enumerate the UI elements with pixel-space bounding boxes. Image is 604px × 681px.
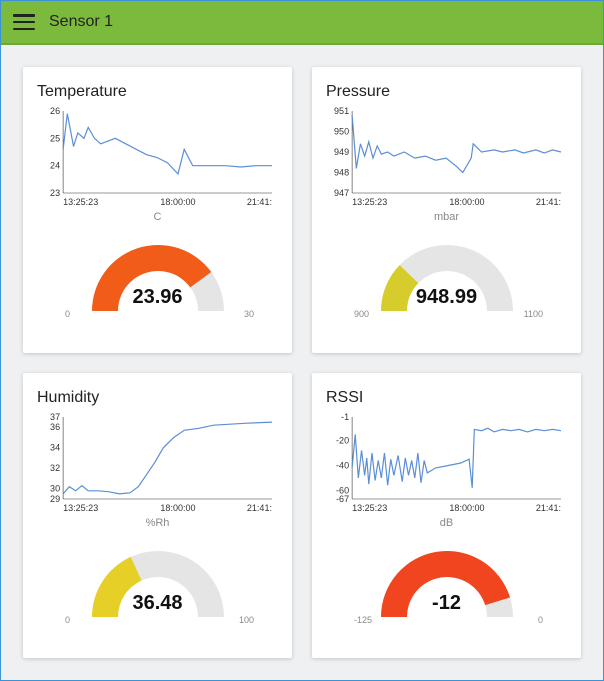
unit-label: mbar — [326, 211, 567, 223]
svg-text:951: 951 — [334, 107, 349, 116]
card-temperature: Temperature 23 24 25 26 13:25:23 18:00:00 21:4… — [23, 67, 292, 353]
svg-text:18:00:00: 18:00:00 — [160, 197, 195, 207]
svg-text:949: 949 — [334, 147, 349, 157]
rssi-chart[interactable]: -67-60 -40 -20 -1 13:25:23 18:00:00 21:41: — [326, 413, 567, 513]
page-title: Sensor 1 — [49, 13, 113, 31]
svg-text:18:00:00: 18:00:00 — [160, 503, 195, 513]
gauge-value: 948.99 — [326, 286, 567, 309]
svg-text:26: 26 — [50, 107, 60, 116]
gauge-value: 36.48 — [37, 592, 278, 615]
svg-text:34: 34 — [50, 442, 60, 452]
card-title: Humidity — [37, 389, 278, 407]
gauge-value: 23.96 — [37, 286, 278, 309]
gauge-max: 1100 — [524, 309, 543, 319]
gauge-min: 0 — [65, 615, 70, 625]
svg-text:32: 32 — [50, 463, 60, 473]
gauge-value: -12 — [326, 592, 567, 615]
svg-text:29: 29 — [50, 494, 60, 504]
gauge-max: 0 — [538, 615, 543, 625]
svg-text:25: 25 — [50, 133, 60, 143]
gauge-min: -125 — [354, 615, 372, 625]
svg-text:13:25:23: 13:25:23 — [352, 197, 387, 207]
svg-text:18:00:00: 18:00:00 — [449, 503, 484, 513]
svg-text:30: 30 — [50, 483, 60, 493]
svg-text:950: 950 — [334, 127, 349, 137]
svg-text:-67: -67 — [336, 494, 349, 504]
gauge-max: 100 — [239, 615, 254, 625]
rssi-gauge: -12 -125 0 — [326, 535, 567, 625]
unit-label: C — [37, 211, 278, 223]
svg-text:948: 948 — [334, 168, 349, 178]
gauge-max: 30 — [244, 309, 254, 319]
humidity-gauge: 36.48 0 100 — [37, 535, 278, 625]
svg-text:18:00:00: 18:00:00 — [449, 197, 484, 207]
svg-text:13:25:23: 13:25:23 — [352, 503, 387, 513]
card-rssi: RSSI -67-60 -40 -20 -1 13:25:23 18:00:00 21:41… — [312, 373, 581, 659]
menu-icon[interactable] — [13, 14, 35, 30]
dashboard-grid: Temperature 23 24 25 26 13:25:23 18:00:00 21:4… — [1, 45, 603, 680]
card-title: Temperature — [37, 83, 278, 101]
unit-label: %Rh — [37, 517, 278, 529]
svg-text:947: 947 — [334, 188, 349, 198]
svg-text:13:25:23: 13:25:23 — [63, 503, 98, 513]
app-header: Sensor 1 — [1, 1, 603, 45]
svg-text:-60: -60 — [336, 485, 349, 495]
gauge-min: 0 — [65, 309, 70, 319]
gauge-min: 900 — [354, 309, 369, 319]
svg-text:13:25:23: 13:25:23 — [63, 197, 98, 207]
card-pressure: Pressure 947 948 949 950 951 13:25:23 18:00:00… — [312, 67, 581, 353]
unit-label: dB — [326, 517, 567, 529]
svg-text:21:41:: 21:41: — [536, 197, 561, 207]
humidity-chart[interactable]: 2930 32 34 3637 13:25:23 18:00:00 21:41: — [37, 413, 278, 513]
temperature-gauge: 23.96 0 30 — [37, 229, 278, 319]
svg-text:21:41:: 21:41: — [536, 503, 561, 513]
svg-text:24: 24 — [50, 161, 60, 171]
svg-text:21:41:: 21:41: — [247, 503, 272, 513]
svg-text:21:41:: 21:41: — [247, 197, 272, 207]
svg-text:-1: -1 — [341, 413, 349, 422]
temperature-chart[interactable]: 23 24 25 26 13:25:23 18:00:00 21:41: — [37, 107, 278, 207]
svg-text:-20: -20 — [336, 435, 349, 445]
card-humidity: Humidity 2930 32 34 3637 13:25:23 18:00:00 21:… — [23, 373, 292, 659]
card-title: RSSI — [326, 389, 567, 407]
svg-text:-40: -40 — [336, 460, 349, 470]
svg-text:23: 23 — [50, 188, 60, 198]
card-title: Pressure — [326, 83, 567, 101]
svg-text:37: 37 — [50, 413, 60, 422]
pressure-gauge: 948.99 900 1100 — [326, 229, 567, 319]
svg-text:36: 36 — [50, 422, 60, 432]
pressure-chart[interactable]: 947 948 949 950 951 13:25:23 18:00:00 21:41: — [326, 107, 567, 207]
